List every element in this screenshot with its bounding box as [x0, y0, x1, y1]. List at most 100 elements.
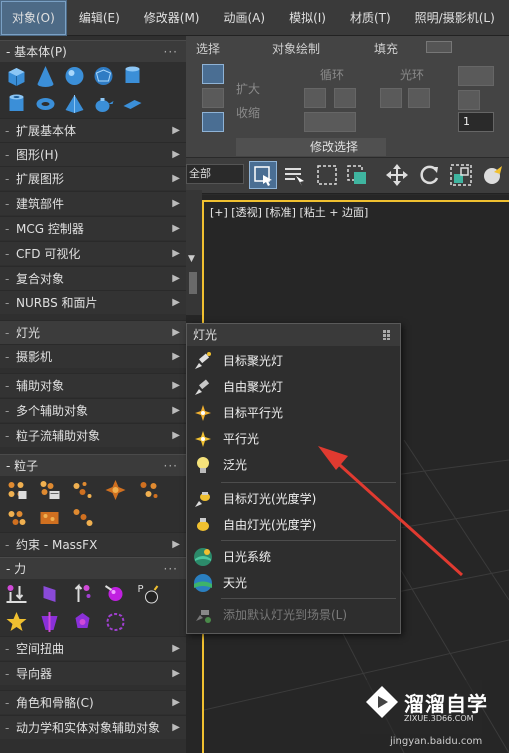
ribbon-tab-object-paint[interactable]: 对象绘制: [272, 40, 320, 57]
box-icon[interactable]: [4, 64, 29, 88]
ribbon-grow-ring-button[interactable]: [380, 88, 402, 108]
motor-icon[interactable]: [103, 582, 128, 606]
viewport-label[interactable]: [+] [透视] [标准] [粘土 + 边面]: [210, 204, 368, 220]
submenu-grip-icon[interactable]: [382, 329, 394, 341]
spray-icon[interactable]: [37, 478, 62, 502]
tube-icon[interactable]: [4, 92, 29, 116]
scroll-thumb[interactable]: [189, 272, 197, 294]
select-object-icon[interactable]: [249, 161, 277, 189]
menu-row-multi-helpers[interactable]: - 多个辅助对象 ▶: [0, 398, 186, 422]
menu-row-deflectors[interactable]: - 导向器 ▶: [0, 661, 186, 685]
ribbon-shrink-label[interactable]: 收缩: [236, 104, 260, 121]
menu-row-constraints[interactable]: - 约束 - MassFX ▶: [0, 532, 186, 556]
pflow-source-icon[interactable]: [4, 478, 29, 502]
menu-modifiers[interactable]: 修改器(M): [132, 0, 212, 36]
menu-material[interactable]: 材质(T): [338, 0, 403, 36]
plane-icon[interactable]: [120, 92, 145, 116]
cone-icon[interactable]: [33, 64, 58, 88]
sphere-icon[interactable]: [62, 64, 87, 88]
menu-lighting-camera[interactable]: 照明/摄影机(L): [403, 0, 507, 36]
ribbon-tab-fill[interactable]: 填充: [374, 40, 398, 57]
menu-animation[interactable]: 动画(A): [211, 0, 277, 36]
ribbon-select-button[interactable]: [202, 64, 224, 84]
menu-row-lights[interactable]: - 灯光 ▶: [0, 320, 186, 344]
path-follow-icon[interactable]: [4, 610, 29, 634]
menu-item-free-spot[interactable]: 自由聚光灯: [187, 374, 400, 400]
ribbon-tool-button[interactable]: [458, 90, 480, 110]
displace-icon[interactable]: [37, 610, 62, 634]
menu-row-space-warps[interactable]: - 空间扭曲 ▶: [0, 636, 186, 660]
ribbon-tab-select[interactable]: 选择: [196, 40, 220, 57]
select-by-name-icon[interactable]: [282, 162, 308, 188]
ribbon-loop-mode[interactable]: [304, 112, 356, 132]
menu-object[interactable]: 对象(O): [0, 0, 67, 36]
snow-icon[interactable]: [70, 478, 95, 502]
menu-row-architecture[interactable]: - 建筑部件 ▶: [0, 191, 186, 215]
teapot-icon[interactable]: [91, 92, 116, 116]
menu-item-target-spot[interactable]: 目标聚光灯: [187, 348, 400, 374]
section-basic-primitives[interactable]: - 基本体(P) ···: [0, 40, 186, 62]
ribbon-select-button-3[interactable]: [202, 112, 224, 132]
ribbon-tool-dropdown[interactable]: [458, 66, 494, 86]
ribbon-loop-label[interactable]: 循环: [320, 66, 344, 83]
menu-row-helpers[interactable]: - 辅助对象 ▶: [0, 373, 186, 397]
ribbon-ring-label[interactable]: 光环: [400, 66, 424, 83]
ribbon-shrink-ring-button[interactable]: [408, 88, 430, 108]
menu-item-direct[interactable]: 平行光: [187, 426, 400, 452]
ribbon-dropdown[interactable]: [426, 41, 452, 53]
ribbon-shrink-loop-button[interactable]: [334, 88, 356, 108]
section-particles[interactable]: - 粒子 ···: [0, 454, 186, 476]
menu-row-dynamics-helpers[interactable]: - 动力学和实体对象辅助对象 ▶: [0, 715, 186, 739]
rectangular-selection-icon[interactable]: [314, 162, 340, 188]
scale-icon[interactable]: [448, 162, 474, 188]
particle-array-icon[interactable]: [136, 478, 161, 502]
placement-icon[interactable]: [480, 162, 506, 188]
pbomb-icon[interactable]: P: [136, 582, 161, 606]
menu-item-target-direct[interactable]: 目标平行光: [187, 400, 400, 426]
torus-icon[interactable]: [33, 92, 58, 116]
menu-row-compound[interactable]: - 复合对象 ▶: [0, 266, 186, 290]
pcloud-icon[interactable]: [4, 506, 29, 530]
menu-item-skylight[interactable]: 天光: [187, 570, 400, 596]
vortex-icon[interactable]: [70, 610, 95, 634]
rotate-icon[interactable]: [416, 162, 442, 188]
ribbon-spinner[interactable]: 1: [458, 112, 494, 132]
menu-item-target-photometric[interactable]: 目标灯光(光度学): [187, 486, 400, 512]
menu-item-free-photometric[interactable]: 自由灯光(光度学): [187, 512, 400, 538]
menu-row-cameras[interactable]: - 摄影机 ▶: [0, 344, 186, 368]
selection-filter-dropdown[interactable]: 全部: [186, 164, 244, 184]
menu-row-mcg[interactable]: - MCG 控制器 ▶: [0, 216, 186, 240]
menu-row-pflow-helpers[interactable]: - 粒子流辅助对象 ▶: [0, 423, 186, 447]
geosphere-icon[interactable]: [91, 64, 116, 88]
menu-row-nurbs[interactable]: - NURBS 和面片 ▶: [0, 290, 186, 314]
submenu-arrow-icon: ▶: [172, 430, 180, 441]
ribbon-grow-loop-button[interactable]: [304, 88, 326, 108]
menu-simulation[interactable]: 模拟(I): [277, 0, 338, 36]
ribbon-select-button-2[interactable]: [202, 88, 224, 108]
menu-row-extended-primitives[interactable]: - 扩展基本体 ▶: [0, 118, 186, 142]
pflow-icon[interactable]: [70, 506, 95, 530]
target-direct-icon: [195, 405, 211, 421]
menu-edit[interactable]: 编辑(E): [67, 0, 132, 36]
menu-item-omni[interactable]: 泛光: [187, 452, 400, 478]
cylinder-icon[interactable]: [120, 64, 145, 88]
menu-row-cfd[interactable]: - CFD 可视化 ▶: [0, 241, 186, 265]
window-crossing-icon[interactable]: [344, 162, 370, 188]
blizzard-icon[interactable]: [103, 478, 128, 502]
super-spray-icon[interactable]: [37, 506, 62, 530]
drag-icon[interactable]: [103, 610, 128, 634]
move-icon[interactable]: [384, 162, 410, 188]
panel-scrollbar[interactable]: ▼: [186, 190, 202, 315]
menu-item-sunlight[interactable]: 日光系统: [187, 544, 400, 570]
ribbon-expand-label[interactable]: 扩大: [236, 80, 260, 97]
scroll-down-icon[interactable]: ▼: [188, 254, 198, 264]
menu-row-character-bones[interactable]: - 角色和骨骼(C) ▶: [0, 690, 186, 714]
push-icon[interactable]: [70, 582, 95, 606]
section-force[interactable]: - 力 ···: [0, 557, 186, 579]
menu-row-shapes[interactable]: - 图形(H) ▶: [0, 142, 186, 166]
wind-icon[interactable]: [37, 582, 62, 606]
menu-row-extended-shapes[interactable]: - 扩展图形 ▶: [0, 166, 186, 190]
pyramid-icon[interactable]: [62, 92, 87, 116]
modify-selection-bar[interactable]: 修改选择: [236, 138, 386, 156]
gravity-icon[interactable]: [4, 582, 29, 606]
